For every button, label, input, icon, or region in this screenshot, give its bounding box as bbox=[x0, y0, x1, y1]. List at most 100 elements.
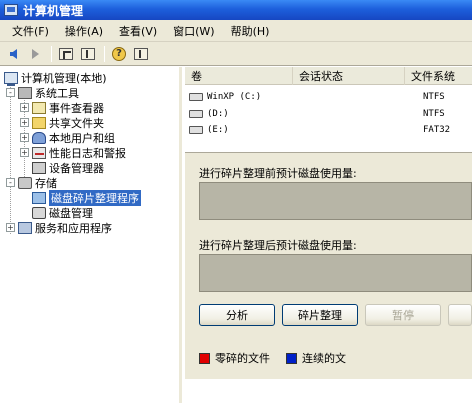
stop-button[interactable] bbox=[448, 304, 472, 326]
properties-icon bbox=[134, 47, 148, 60]
menu-help[interactable]: 帮助(H) bbox=[223, 23, 278, 39]
tree-item-performance-logs[interactable]: + 性能日志和警报 bbox=[20, 145, 126, 160]
disk-management-icon bbox=[32, 206, 46, 219]
column-header-volume[interactable]: 卷 bbox=[185, 67, 293, 85]
up-folder-icon bbox=[59, 47, 73, 60]
legend-item-fragmented: 零碎的文件 bbox=[199, 350, 270, 366]
forward-arrow-icon bbox=[31, 48, 39, 59]
storage-icon bbox=[18, 176, 32, 189]
shared-folder-icon bbox=[32, 116, 46, 129]
hard-drive-icon bbox=[189, 92, 203, 101]
tree-item-disk-management[interactable]: 磁盘管理 bbox=[32, 205, 93, 220]
expand-toggle[interactable]: + bbox=[20, 133, 29, 142]
after-defrag-usage-display bbox=[199, 254, 472, 292]
services-icon bbox=[18, 221, 32, 234]
tree-connector bbox=[10, 85, 11, 235]
before-defrag-label: 进行碎片整理前预计磁盘使用量: bbox=[199, 167, 357, 180]
menu-bar: 文件(F) 操作(A) 查看(V) 窗口(W) 帮助(H) bbox=[0, 20, 472, 42]
volume-list-header: 卷 会话状态 文件系统 bbox=[185, 67, 472, 85]
column-header-file-system[interactable]: 文件系统 bbox=[405, 67, 472, 85]
legend-label: 零碎的文件 bbox=[215, 352, 270, 365]
volume-row[interactable]: (D:) NTFS bbox=[185, 106, 472, 121]
tree-item-shared-folders[interactable]: + 共享文件夹 bbox=[20, 115, 104, 130]
expand-toggle[interactable]: + bbox=[6, 223, 15, 232]
status-area bbox=[185, 379, 472, 403]
back-arrow-icon bbox=[9, 48, 17, 59]
tree-item-label: 共享文件夹 bbox=[49, 116, 104, 130]
volume-name: (E:) bbox=[207, 124, 229, 135]
details-pane: 卷 会话状态 文件系统 WinXP (C:) NTFS (D:) NTFS (E… bbox=[185, 67, 472, 403]
title-bar[interactable]: 计算机管理 bbox=[0, 0, 472, 20]
menu-file[interactable]: 文件(F) bbox=[4, 23, 57, 39]
tree-item-system-tools[interactable]: - 系统工具 bbox=[6, 85, 79, 100]
tree-item-label: 本地用户和组 bbox=[49, 131, 115, 145]
pause-button[interactable]: 暂停 bbox=[365, 304, 441, 326]
legend-item-contiguous: 连续的文 bbox=[286, 350, 346, 366]
show-hide-tree-button[interactable] bbox=[78, 45, 98, 63]
tree-item-disk-defragmenter[interactable]: 磁盘碎片整理程序 bbox=[32, 189, 141, 206]
tree-item-label: 服务和应用程序 bbox=[35, 221, 112, 235]
tree-item-storage[interactable]: - 存储 bbox=[6, 175, 57, 190]
analyze-button[interactable]: 分析 bbox=[199, 304, 275, 326]
column-header-session-status[interactable]: 会话状态 bbox=[293, 67, 405, 85]
tree-item-services-applications[interactable]: + 服务和应用程序 bbox=[6, 220, 112, 235]
volume-file-system: NTFS bbox=[423, 91, 445, 102]
event-viewer-icon bbox=[32, 101, 46, 114]
tree-item-label: 磁盘碎片整理程序 bbox=[49, 189, 141, 206]
volume-row[interactable]: WinXP (C:) NTFS bbox=[185, 89, 472, 104]
tree-item-label: 性能日志和警报 bbox=[49, 146, 126, 160]
tree-item-label: 磁盘管理 bbox=[49, 206, 93, 220]
tree-item-local-users-groups[interactable]: + 本地用户和组 bbox=[20, 130, 115, 145]
console-tree: 计算机管理(本地) - 系统工具 + 事件查看器 + 共享文件夹 + 本地用户和… bbox=[0, 67, 182, 403]
tree-item-event-viewer[interactable]: + 事件查看器 bbox=[20, 100, 104, 115]
tree-item-label: 设备管理器 bbox=[49, 161, 104, 175]
blue-swatch-icon bbox=[286, 352, 297, 364]
expand-toggle[interactable]: + bbox=[20, 103, 29, 112]
volume-name: (D:) bbox=[207, 108, 229, 119]
red-swatch-icon bbox=[199, 352, 210, 364]
help-button[interactable]: ? bbox=[109, 45, 129, 63]
device-manager-icon bbox=[32, 161, 46, 174]
expand-toggle[interactable]: + bbox=[20, 118, 29, 127]
disk-defragmenter-icon bbox=[32, 191, 46, 204]
toolbar-separator bbox=[104, 45, 105, 62]
tree-item-computer-management[interactable]: 计算机管理(本地) bbox=[4, 70, 107, 86]
window-title: 计算机管理 bbox=[23, 3, 84, 18]
collapse-toggle[interactable]: - bbox=[6, 178, 15, 187]
legend-label: 连续的文 bbox=[302, 352, 346, 365]
performance-icon bbox=[32, 146, 46, 159]
help-icon: ? bbox=[112, 46, 126, 61]
defragment-button[interactable]: 碎片整理 bbox=[282, 304, 358, 326]
tree-item-label: 系统工具 bbox=[35, 86, 79, 100]
tree-item-label: 计算机管理(本地) bbox=[21, 71, 107, 85]
tree-item-label: 存储 bbox=[35, 176, 57, 190]
up-one-level-button[interactable] bbox=[56, 45, 76, 63]
after-defrag-label: 进行碎片整理后预计磁盘使用量: bbox=[199, 239, 357, 252]
tree-item-label: 事件查看器 bbox=[49, 101, 104, 115]
forward-button[interactable] bbox=[25, 45, 45, 63]
hard-drive-icon bbox=[189, 125, 203, 134]
volume-file-system: FAT32 bbox=[423, 124, 451, 135]
toolbar-separator bbox=[51, 45, 52, 62]
volume-list: 卷 会话状态 文件系统 WinXP (C:) NTFS (D:) NTFS (E… bbox=[185, 67, 472, 153]
toolbar: ? bbox=[0, 42, 472, 66]
computer-management-icon bbox=[4, 4, 18, 16]
show-hide-tree-icon bbox=[81, 47, 95, 60]
volume-name: WinXP (C:) bbox=[207, 91, 262, 102]
menu-window[interactable]: 窗口(W) bbox=[165, 23, 222, 39]
tree-item-device-manager[interactable]: 设备管理器 bbox=[32, 160, 104, 175]
before-defrag-usage-display bbox=[199, 182, 472, 220]
collapse-toggle[interactable]: - bbox=[6, 88, 15, 97]
volume-row[interactable]: (E:) FAT32 bbox=[185, 122, 472, 137]
system-tools-icon bbox=[18, 86, 32, 99]
menu-view[interactable]: 查看(V) bbox=[111, 23, 165, 39]
hard-drive-icon bbox=[189, 109, 203, 118]
users-icon bbox=[32, 131, 46, 144]
computer-icon bbox=[4, 71, 18, 86]
back-button[interactable] bbox=[3, 45, 23, 63]
volume-file-system: NTFS bbox=[423, 108, 445, 119]
properties-button[interactable] bbox=[131, 45, 151, 63]
expand-toggle[interactable]: + bbox=[20, 148, 29, 157]
legend: 零碎的文件 连续的文 bbox=[199, 351, 360, 365]
menu-action[interactable]: 操作(A) bbox=[57, 23, 111, 39]
